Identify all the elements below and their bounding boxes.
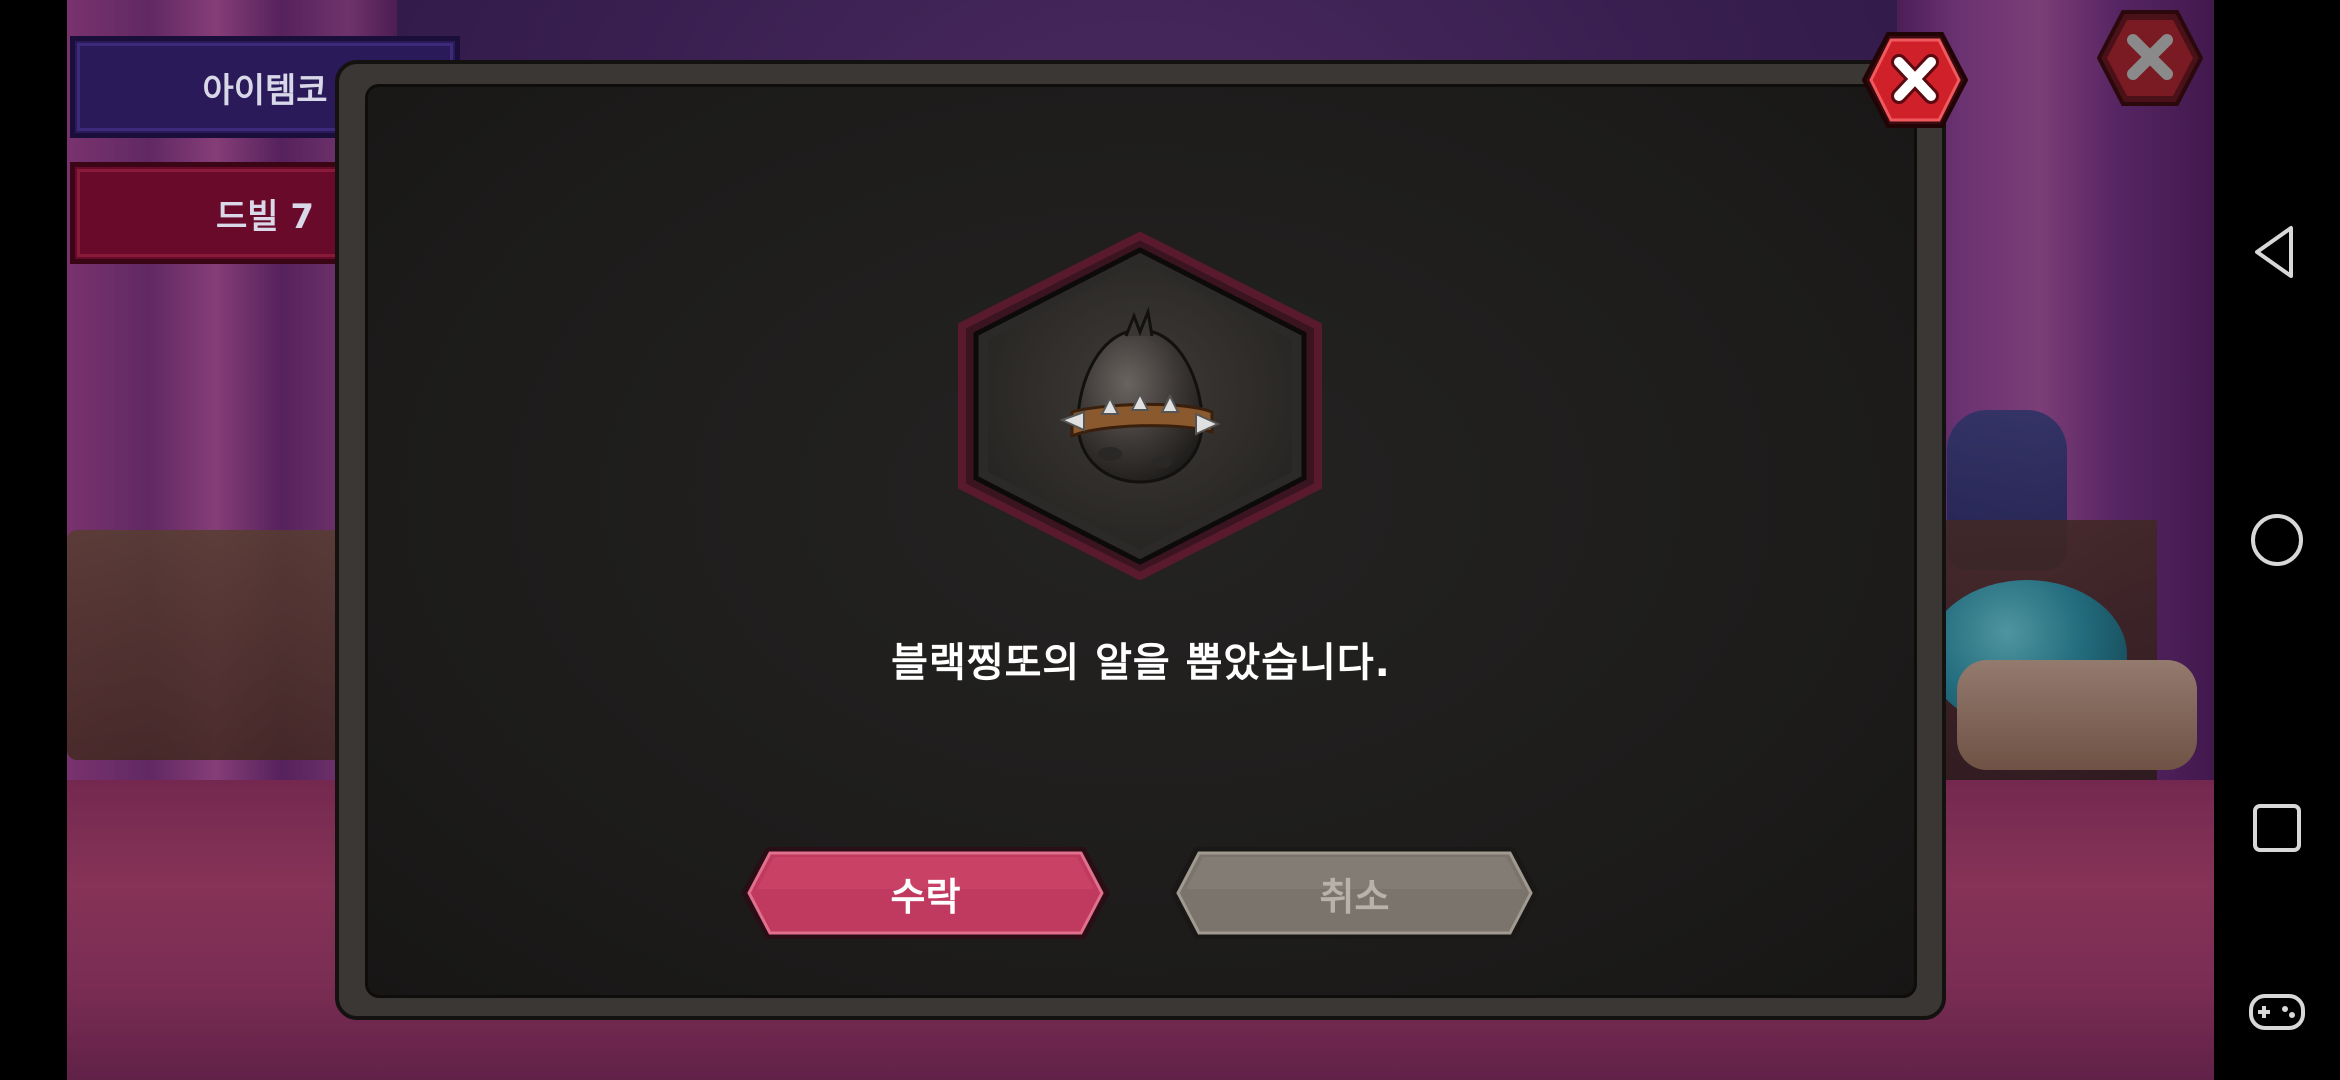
- recents-icon[interactable]: [2247, 798, 2307, 858]
- result-message: 블랙찡또의 알을 뽑았습니다.: [891, 640, 1391, 686]
- cancel-label: 취소: [1319, 874, 1390, 919]
- devil-label: 드빌 7: [215, 196, 315, 237]
- accept-button[interactable]: 수락: [738, 843, 1113, 943]
- close-icon[interactable]: [2097, 8, 2203, 108]
- gamepad-icon[interactable]: [2247, 982, 2307, 1042]
- item-code-label: 아이템코: [202, 70, 328, 111]
- close-icon[interactable]: [1862, 30, 1968, 130]
- home-icon[interactable]: [2247, 510, 2307, 570]
- item-frame: [958, 232, 1322, 580]
- back-icon[interactable]: [2247, 222, 2307, 282]
- accept-label: 수락: [890, 874, 961, 919]
- cancel-button[interactable]: 취소: [1167, 843, 1542, 943]
